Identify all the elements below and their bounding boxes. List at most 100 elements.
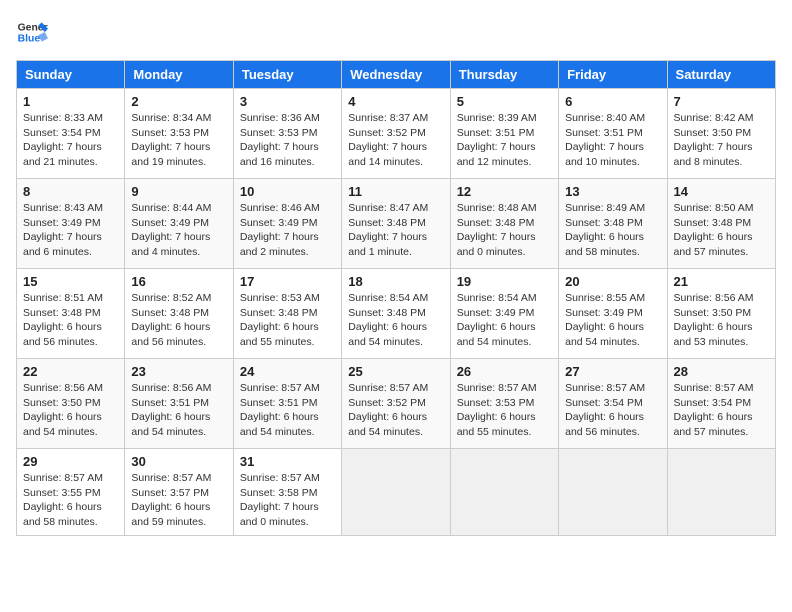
day-number: 8 bbox=[23, 184, 118, 199]
day-info: Sunrise: 8:46 AM Sunset: 3:49 PM Dayligh… bbox=[240, 201, 335, 260]
calendar-cell: 11 Sunrise: 8:47 AM Sunset: 3:48 PM Dayl… bbox=[342, 179, 450, 269]
weekday-header-sunday: Sunday bbox=[17, 61, 125, 89]
day-number: 21 bbox=[674, 274, 769, 289]
day-number: 28 bbox=[674, 364, 769, 379]
day-number: 24 bbox=[240, 364, 335, 379]
day-number: 19 bbox=[457, 274, 552, 289]
calendar-cell: 18 Sunrise: 8:54 AM Sunset: 3:48 PM Dayl… bbox=[342, 269, 450, 359]
calendar-cell: 22 Sunrise: 8:56 AM Sunset: 3:50 PM Dayl… bbox=[17, 359, 125, 449]
logo-icon: General Blue bbox=[16, 16, 48, 48]
day-number: 4 bbox=[348, 94, 443, 109]
day-info: Sunrise: 8:55 AM Sunset: 3:49 PM Dayligh… bbox=[565, 291, 660, 350]
calendar-cell: 10 Sunrise: 8:46 AM Sunset: 3:49 PM Dayl… bbox=[233, 179, 341, 269]
calendar-cell bbox=[559, 449, 667, 536]
weekday-header-friday: Friday bbox=[559, 61, 667, 89]
calendar-cell: 8 Sunrise: 8:43 AM Sunset: 3:49 PM Dayli… bbox=[17, 179, 125, 269]
calendar-cell: 1 Sunrise: 8:33 AM Sunset: 3:54 PM Dayli… bbox=[17, 89, 125, 179]
calendar-cell: 12 Sunrise: 8:48 AM Sunset: 3:48 PM Dayl… bbox=[450, 179, 558, 269]
day-info: Sunrise: 8:36 AM Sunset: 3:53 PM Dayligh… bbox=[240, 111, 335, 170]
calendar-cell: 23 Sunrise: 8:56 AM Sunset: 3:51 PM Dayl… bbox=[125, 359, 233, 449]
calendar-cell: 19 Sunrise: 8:54 AM Sunset: 3:49 PM Dayl… bbox=[450, 269, 558, 359]
calendar-cell: 30 Sunrise: 8:57 AM Sunset: 3:57 PM Dayl… bbox=[125, 449, 233, 536]
calendar-cell: 27 Sunrise: 8:57 AM Sunset: 3:54 PM Dayl… bbox=[559, 359, 667, 449]
weekday-header-wednesday: Wednesday bbox=[342, 61, 450, 89]
calendar-cell: 6 Sunrise: 8:40 AM Sunset: 3:51 PM Dayli… bbox=[559, 89, 667, 179]
calendar-cell: 25 Sunrise: 8:57 AM Sunset: 3:52 PM Dayl… bbox=[342, 359, 450, 449]
calendar-cell: 13 Sunrise: 8:49 AM Sunset: 3:48 PM Dayl… bbox=[559, 179, 667, 269]
day-number: 2 bbox=[131, 94, 226, 109]
day-number: 31 bbox=[240, 454, 335, 469]
day-number: 13 bbox=[565, 184, 660, 199]
day-info: Sunrise: 8:57 AM Sunset: 3:51 PM Dayligh… bbox=[240, 381, 335, 440]
day-number: 18 bbox=[348, 274, 443, 289]
page-header: General Blue bbox=[16, 16, 776, 48]
calendar-cell: 16 Sunrise: 8:52 AM Sunset: 3:48 PM Dayl… bbox=[125, 269, 233, 359]
calendar-cell bbox=[667, 449, 775, 536]
calendar-cell: 17 Sunrise: 8:53 AM Sunset: 3:48 PM Dayl… bbox=[233, 269, 341, 359]
day-number: 22 bbox=[23, 364, 118, 379]
weekday-header-saturday: Saturday bbox=[667, 61, 775, 89]
day-number: 29 bbox=[23, 454, 118, 469]
weekday-header-thursday: Thursday bbox=[450, 61, 558, 89]
day-number: 16 bbox=[131, 274, 226, 289]
day-number: 30 bbox=[131, 454, 226, 469]
day-info: Sunrise: 8:57 AM Sunset: 3:55 PM Dayligh… bbox=[23, 471, 118, 530]
day-info: Sunrise: 8:40 AM Sunset: 3:51 PM Dayligh… bbox=[565, 111, 660, 170]
day-info: Sunrise: 8:49 AM Sunset: 3:48 PM Dayligh… bbox=[565, 201, 660, 260]
day-info: Sunrise: 8:56 AM Sunset: 3:51 PM Dayligh… bbox=[131, 381, 226, 440]
calendar-cell: 7 Sunrise: 8:42 AM Sunset: 3:50 PM Dayli… bbox=[667, 89, 775, 179]
day-info: Sunrise: 8:57 AM Sunset: 3:57 PM Dayligh… bbox=[131, 471, 226, 530]
day-number: 11 bbox=[348, 184, 443, 199]
calendar-cell bbox=[450, 449, 558, 536]
calendar-cell: 31 Sunrise: 8:57 AM Sunset: 3:58 PM Dayl… bbox=[233, 449, 341, 536]
day-number: 9 bbox=[131, 184, 226, 199]
day-number: 1 bbox=[23, 94, 118, 109]
day-info: Sunrise: 8:39 AM Sunset: 3:51 PM Dayligh… bbox=[457, 111, 552, 170]
calendar-cell: 5 Sunrise: 8:39 AM Sunset: 3:51 PM Dayli… bbox=[450, 89, 558, 179]
day-number: 12 bbox=[457, 184, 552, 199]
day-info: Sunrise: 8:57 AM Sunset: 3:53 PM Dayligh… bbox=[457, 381, 552, 440]
weekday-header-monday: Monday bbox=[125, 61, 233, 89]
day-number: 25 bbox=[348, 364, 443, 379]
calendar-cell: 14 Sunrise: 8:50 AM Sunset: 3:48 PM Dayl… bbox=[667, 179, 775, 269]
day-info: Sunrise: 8:43 AM Sunset: 3:49 PM Dayligh… bbox=[23, 201, 118, 260]
day-info: Sunrise: 8:44 AM Sunset: 3:49 PM Dayligh… bbox=[131, 201, 226, 260]
day-info: Sunrise: 8:53 AM Sunset: 3:48 PM Dayligh… bbox=[240, 291, 335, 350]
day-info: Sunrise: 8:37 AM Sunset: 3:52 PM Dayligh… bbox=[348, 111, 443, 170]
day-number: 14 bbox=[674, 184, 769, 199]
day-info: Sunrise: 8:42 AM Sunset: 3:50 PM Dayligh… bbox=[674, 111, 769, 170]
day-info: Sunrise: 8:50 AM Sunset: 3:48 PM Dayligh… bbox=[674, 201, 769, 260]
day-number: 20 bbox=[565, 274, 660, 289]
day-info: Sunrise: 8:48 AM Sunset: 3:48 PM Dayligh… bbox=[457, 201, 552, 260]
calendar-table: SundayMondayTuesdayWednesdayThursdayFrid… bbox=[16, 60, 776, 536]
day-number: 17 bbox=[240, 274, 335, 289]
day-info: Sunrise: 8:57 AM Sunset: 3:52 PM Dayligh… bbox=[348, 381, 443, 440]
calendar-cell: 2 Sunrise: 8:34 AM Sunset: 3:53 PM Dayli… bbox=[125, 89, 233, 179]
day-number: 10 bbox=[240, 184, 335, 199]
day-number: 23 bbox=[131, 364, 226, 379]
calendar-cell: 28 Sunrise: 8:57 AM Sunset: 3:54 PM Dayl… bbox=[667, 359, 775, 449]
day-info: Sunrise: 8:57 AM Sunset: 3:54 PM Dayligh… bbox=[674, 381, 769, 440]
calendar-cell bbox=[342, 449, 450, 536]
day-info: Sunrise: 8:47 AM Sunset: 3:48 PM Dayligh… bbox=[348, 201, 443, 260]
day-number: 3 bbox=[240, 94, 335, 109]
svg-text:Blue: Blue bbox=[18, 34, 41, 45]
day-info: Sunrise: 8:57 AM Sunset: 3:54 PM Dayligh… bbox=[565, 381, 660, 440]
day-info: Sunrise: 8:57 AM Sunset: 3:58 PM Dayligh… bbox=[240, 471, 335, 530]
calendar-cell: 9 Sunrise: 8:44 AM Sunset: 3:49 PM Dayli… bbox=[125, 179, 233, 269]
day-info: Sunrise: 8:56 AM Sunset: 3:50 PM Dayligh… bbox=[674, 291, 769, 350]
calendar-cell: 4 Sunrise: 8:37 AM Sunset: 3:52 PM Dayli… bbox=[342, 89, 450, 179]
day-info: Sunrise: 8:51 AM Sunset: 3:48 PM Dayligh… bbox=[23, 291, 118, 350]
calendar-cell: 21 Sunrise: 8:56 AM Sunset: 3:50 PM Dayl… bbox=[667, 269, 775, 359]
logo: General Blue bbox=[16, 16, 48, 48]
calendar-cell: 3 Sunrise: 8:36 AM Sunset: 3:53 PM Dayli… bbox=[233, 89, 341, 179]
weekday-header-tuesday: Tuesday bbox=[233, 61, 341, 89]
day-info: Sunrise: 8:34 AM Sunset: 3:53 PM Dayligh… bbox=[131, 111, 226, 170]
day-info: Sunrise: 8:56 AM Sunset: 3:50 PM Dayligh… bbox=[23, 381, 118, 440]
calendar-cell: 29 Sunrise: 8:57 AM Sunset: 3:55 PM Dayl… bbox=[17, 449, 125, 536]
day-info: Sunrise: 8:52 AM Sunset: 3:48 PM Dayligh… bbox=[131, 291, 226, 350]
day-info: Sunrise: 8:33 AM Sunset: 3:54 PM Dayligh… bbox=[23, 111, 118, 170]
day-number: 6 bbox=[565, 94, 660, 109]
calendar-cell: 26 Sunrise: 8:57 AM Sunset: 3:53 PM Dayl… bbox=[450, 359, 558, 449]
day-number: 27 bbox=[565, 364, 660, 379]
